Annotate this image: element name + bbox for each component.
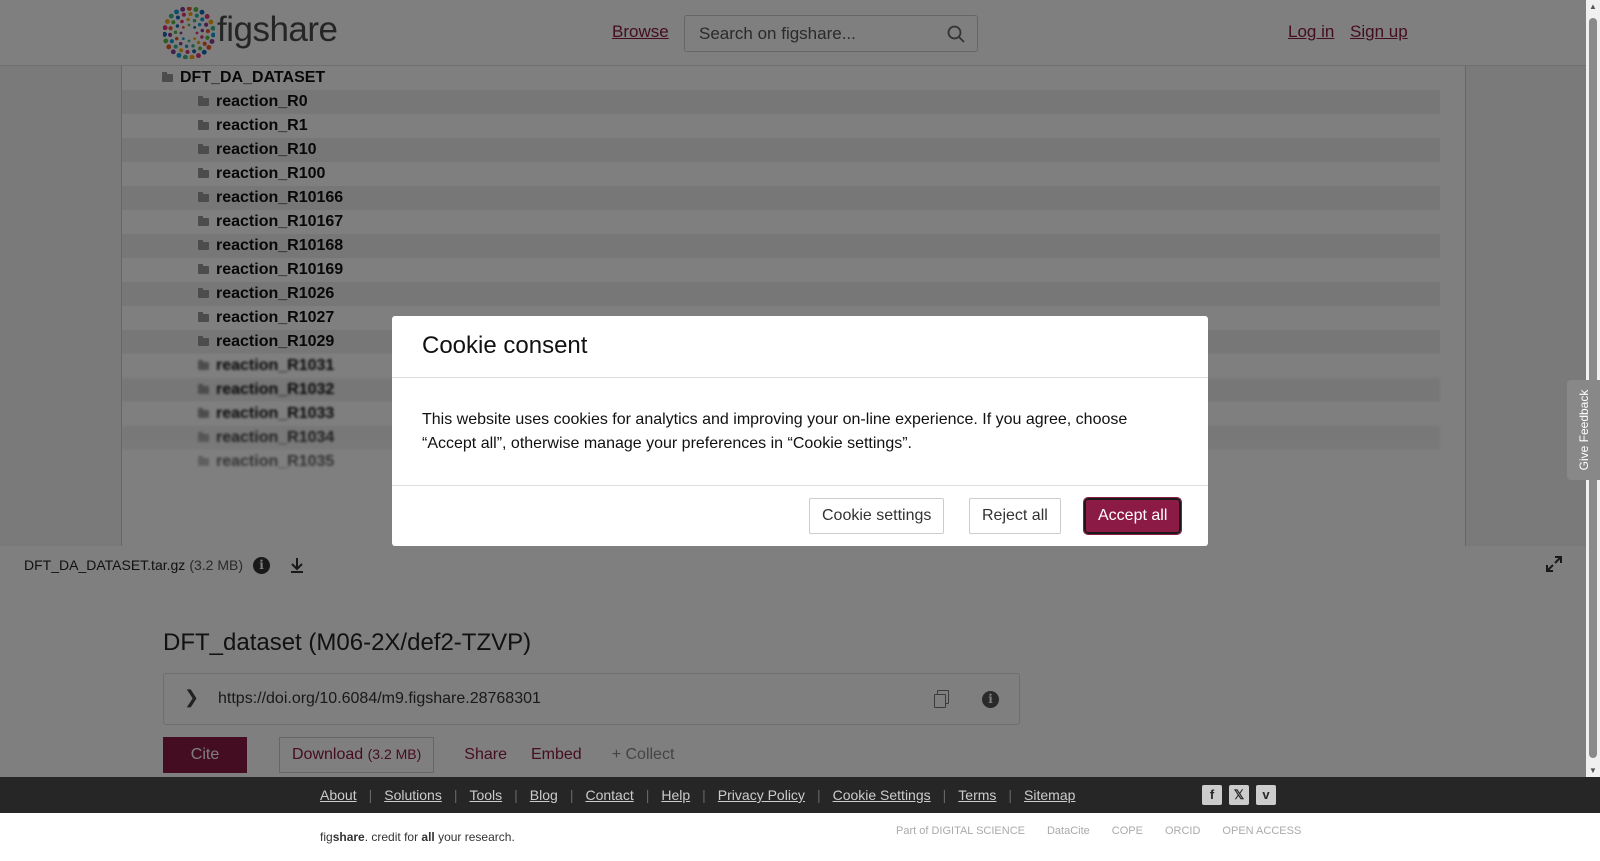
partner-logos: Part of DIGITAL SCIENCE DataCite COPE ORCID… [896,825,1323,837]
footer-separator: | [816,787,821,803]
give-feedback-tab[interactable]: Give Feedback [1567,380,1600,480]
facebook-icon[interactable]: f [1202,785,1222,805]
footer-link-sitemap[interactable]: Sitemap [1024,787,1075,803]
footer-link-contact[interactable]: Contact [585,787,633,803]
footer-separator: | [368,787,373,803]
footer-link-privacy-policy[interactable]: Privacy Policy [718,787,805,803]
footer-link-about[interactable]: About [320,787,357,803]
modal-header: Cookie consent [392,316,1208,378]
footer-tagline: figshare. credit for all your research. [320,830,515,844]
page-scroll-down-icon[interactable]: ▼ [1589,766,1597,775]
footer-separator: | [942,787,947,803]
footer-separator: | [453,787,458,803]
tagline-mid: . credit for [364,830,422,844]
modal-title: Cookie consent [422,332,588,359]
modal-footer: Cookie settings Reject all Accept all [392,486,1208,546]
footer-link-terms[interactable]: Terms [958,787,996,803]
partner-logo[interactable]: Part of DIGITAL SCIENCE [896,825,1025,837]
x-twitter-icon[interactable]: 𝕏 [1229,785,1249,805]
reject-all-button[interactable]: Reject all [969,498,1061,534]
footer-separator: | [514,787,518,803]
vimeo-icon[interactable]: v [1256,785,1276,805]
accept-all-button[interactable]: Accept all [1082,497,1183,535]
footer-link-blog[interactable]: Blog [530,787,558,803]
modal-body: This website uses cookies for analytics … [392,378,1208,486]
footer-link-tools[interactable]: Tools [469,787,502,803]
partner-logo[interactable]: DataCite [1047,825,1090,837]
footer-separator: | [702,787,706,803]
partner-logo[interactable]: OPEN ACCESS [1222,825,1301,837]
footer-link-cookie-settings[interactable]: Cookie Settings [833,787,931,803]
footer-separator: | [645,787,650,803]
footer-link-help[interactable]: Help [661,787,690,803]
footer-separator: | [1008,787,1013,803]
footer-link-solutions[interactable]: Solutions [384,787,442,803]
tagline-fig: fig [320,830,333,844]
partner-logo[interactable]: COPE [1112,825,1143,837]
tagline-share: share [332,830,365,844]
footer-bottom: figshare. credit for all your research. … [0,813,1600,861]
footer-links: About | Solutions | Tools | Blog | Contact | Help |… [320,777,1075,813]
social-links: f 𝕏 v [1202,785,1283,805]
give-feedback-label: Give Feedback [1576,389,1591,471]
footer-separator: | [569,787,574,803]
cookie-consent-dialog: Cookie consent This website uses cookies… [392,316,1208,546]
tagline-end: your research. [434,830,515,844]
footer-nav: About | Solutions | Tools | Blog | Contact | Help |… [0,777,1600,813]
partner-logo[interactable]: ORCID [1165,825,1200,837]
tagline-all: all [421,830,435,844]
page-scroll-up-icon[interactable]: ▲ [1589,2,1597,11]
modal-text: This website uses cookies for analytics … [422,411,1128,452]
cookie-settings-button[interactable]: Cookie settings [809,498,945,534]
